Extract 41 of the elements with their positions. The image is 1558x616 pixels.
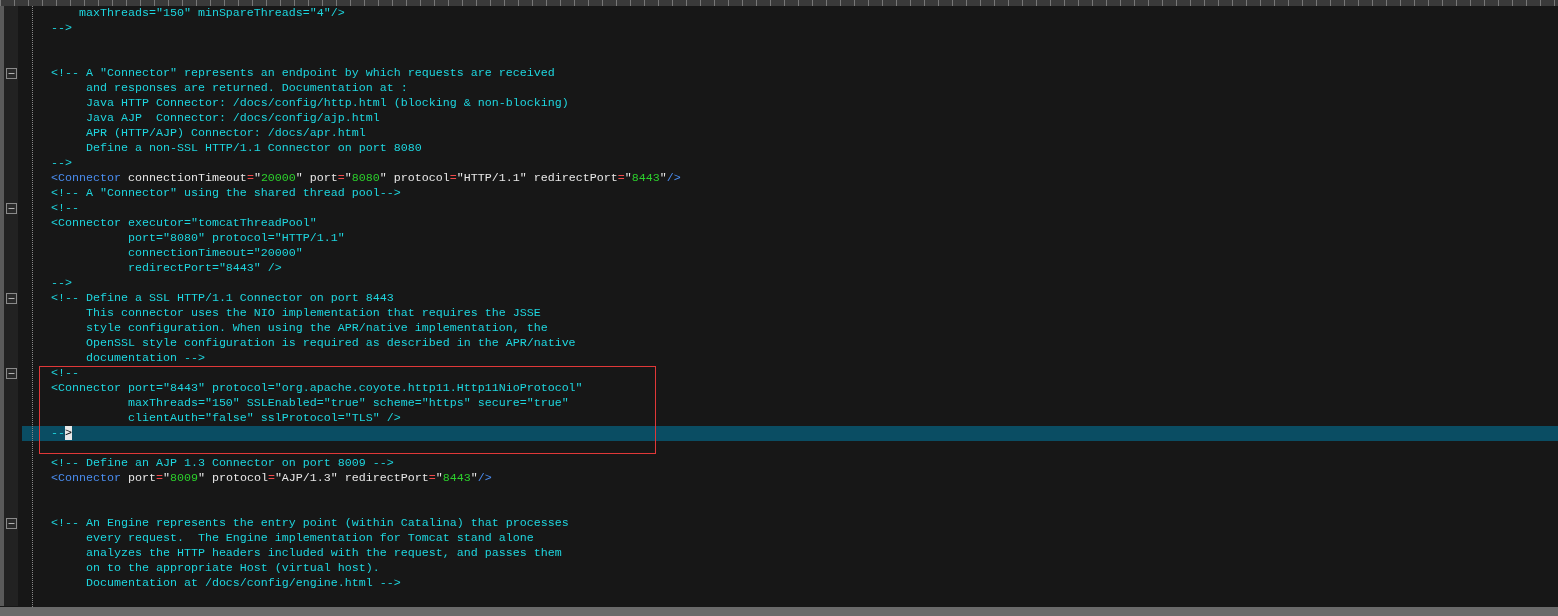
fold-minus-icon[interactable] (5, 293, 17, 304)
code-line: --> (51, 426, 72, 441)
fold-minus-icon[interactable] (5, 68, 17, 79)
code-line: Java HTTP Connector: /docs/config/http.html (blocking & non-blocking) (84, 96, 569, 111)
fold-minus-icon[interactable] (5, 518, 17, 529)
code-line: <Connector port="8443" protocol="org.apache.coyote.http11.Http11NioProtocol" (51, 381, 583, 396)
code-line: <Connector executor="tomcatThreadPool" (51, 216, 317, 231)
code-line: analyzes the HTTP headers included with the request, and passes them (84, 546, 562, 561)
code-line: <!-- (51, 366, 79, 381)
horizontal-scrollbar[interactable] (0, 607, 1558, 616)
code-line: redirectPort="8443" /> (126, 261, 282, 276)
code-line: Define a non-SSL HTTP/1.1 Connector on port 8080 (84, 141, 422, 156)
code-line: style configuration. When using the APR/native implementation, the (84, 321, 548, 336)
code-line: <Connector connectionTimeout="20000" port="8080" protocol="HTTP/1.1" redirectPort="8443"/> (51, 171, 681, 186)
code-editor[interactable] (0, 0, 1558, 616)
code-line: Documentation at /docs/config/engine.html --> (84, 576, 401, 591)
code-line: documentation --> (84, 351, 205, 366)
fold-minus-icon[interactable] (5, 203, 17, 214)
code-line: OpenSSL style configuration is required as described in the APR/native (84, 336, 576, 351)
code-line: maxThreads="150" minSpareThreads="4"/> (77, 6, 345, 21)
code-line: every request. The Engine implementation for Tomcat stand alone (84, 531, 534, 546)
code-line: <!-- (51, 201, 79, 216)
code-line: --> (51, 156, 72, 171)
code-line: and responses are returned. Documentation at : (84, 81, 408, 96)
code-line: APR (HTTP/AJP) Connector: /docs/apr.html (84, 126, 366, 141)
code-line: --> (51, 276, 72, 291)
code-line: --> (51, 21, 72, 36)
code-line: <!-- Define an AJP 1.3 Connector on port 8009 --> (51, 456, 394, 471)
code-line: This connector uses the NIO implementation that requires the JSSE (84, 306, 541, 321)
code-line: <Connector port="8009" protocol="AJP/1.3" redirectPort="8443"/> (51, 471, 492, 486)
code-line: <!-- An Engine represents the entry point (within Catalina) that processes (51, 516, 569, 531)
code-line: <!-- A "Connector" using the shared thread pool--> (51, 186, 401, 201)
code-line: <!-- A "Connector" represents an endpoint by which requests are received (51, 66, 555, 81)
code-line: clientAuth="false" sslProtocol="TLS" /> (126, 411, 401, 426)
code-line: <!-- Define a SSL HTTP/1.1 Connector on port 8443 (51, 291, 394, 306)
fold-minus-icon[interactable] (5, 368, 17, 379)
code-line: connectionTimeout="20000" (126, 246, 303, 261)
code-line: Java AJP Connector: /docs/config/ajp.html (84, 111, 380, 126)
code-line: on to the appropriate Host (virtual host). (84, 561, 380, 576)
code-line: port="8080" protocol="HTTP/1.1" (126, 231, 345, 246)
code-line: maxThreads="150" SSLEnabled="true" scheme="https" secure="true" (126, 396, 569, 411)
